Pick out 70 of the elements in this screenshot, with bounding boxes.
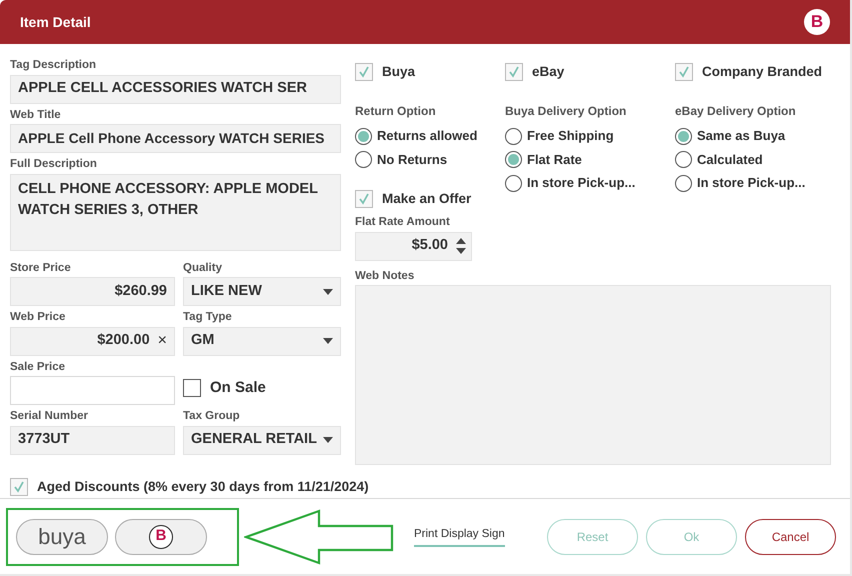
price-field[interactable]: $200.00 × (10, 326, 175, 356)
field-label: Full Description (10, 159, 98, 170)
radio-button[interactable] (675, 174, 692, 192)
clear-button[interactable]: × (158, 329, 167, 353)
check-icon (358, 66, 370, 78)
checkbox-label: Company Branded (702, 63, 822, 81)
dropdown[interactable]: GM (183, 326, 341, 356)
text-field[interactable]: APPLE CELL ACCESSORIES WATCH SER (10, 74, 341, 104)
radio-button[interactable] (505, 151, 522, 168)
checkbox[interactable] (675, 63, 693, 82)
radio-label: In store Pick-up... (527, 174, 636, 192)
brand-button[interactable]: B (115, 518, 207, 554)
print-link[interactable]: Print Display Sign (414, 526, 505, 548)
checkbox-label: Make an Offer (382, 190, 472, 208)
radio-label: Flat Rate (527, 150, 582, 169)
check-icon (508, 66, 520, 78)
checkbox-label: Aged Discounts (8% every 30 days from 11/21/2024) (37, 478, 369, 496)
text-area[interactable]: CELL PHONE ACCESSORY: APPLE MODEL WATCH SERIES 3, OTHER (10, 174, 341, 250)
group-label: eBay Delivery Option (675, 103, 797, 120)
caret-icon (323, 437, 333, 443)
checkbox-label: eBay (532, 63, 564, 81)
field-label: Web Notes (355, 270, 416, 282)
field-label: Tag Description (10, 60, 98, 72)
dropdown[interactable]: GENERAL RETAIL (183, 426, 341, 454)
radio-label: Same as Buya (697, 127, 786, 146)
checkbox[interactable] (355, 63, 373, 82)
checkbox[interactable] (10, 478, 28, 496)
cancel-button[interactable]: Cancel (745, 518, 836, 554)
field-label: Store Price (10, 262, 72, 274)
group-label: Return Option (355, 103, 437, 120)
radio-label: Calculated (697, 150, 763, 169)
field-label: Quality (183, 262, 223, 274)
radio-label: In store Pick-up... (697, 174, 806, 192)
checkbox[interactable] (505, 63, 523, 82)
text-field[interactable]: 3773UT (10, 426, 175, 454)
check-icon (13, 481, 25, 494)
radio-button[interactable] (355, 128, 372, 144)
brand-button[interactable]: buya (16, 518, 108, 554)
field-label: Web Title (10, 110, 62, 121)
text-field[interactable]: APPLE Cell Phone Accessory WATCH SERIES (10, 124, 341, 153)
field-label: Sale Price (10, 362, 66, 373)
checkbox-label: Buya (382, 63, 416, 81)
radio-button[interactable] (675, 128, 692, 144)
spinner-icon[interactable] (456, 236, 466, 256)
radio-label: No Returns (377, 150, 448, 169)
radio-label: Free Shipping (527, 127, 614, 146)
radio-button[interactable] (505, 128, 522, 144)
field-label: Serial Number (10, 411, 89, 422)
checkbox-label: On Sale (210, 378, 266, 398)
radio-label: Returns allowed (377, 127, 478, 146)
radio-button[interactable] (355, 151, 372, 168)
field-label: Tax Group (183, 411, 241, 422)
radio-button[interactable] (675, 151, 692, 168)
window-title: Item Detail (20, 12, 91, 32)
checkbox[interactable] (183, 379, 201, 398)
logo: B (804, 9, 830, 35)
number-field[interactable]: $5.00 (355, 232, 472, 260)
checkbox[interactable] (355, 190, 373, 208)
group-label: Buya Delivery Option (505, 103, 628, 120)
caret-icon (323, 288, 333, 294)
radio-button[interactable] (505, 174, 522, 192)
field-label: Flat Rate Amount (355, 217, 451, 228)
field-label: Web Price (10, 312, 66, 324)
price-field[interactable]: $260.99 (10, 277, 175, 306)
text-field[interactable] (10, 376, 175, 405)
check-icon (678, 66, 690, 78)
check-icon (358, 192, 370, 205)
caret-icon (323, 338, 333, 344)
dropdown[interactable]: LIKE NEW (183, 277, 341, 306)
field-label: Tag Type (183, 312, 233, 324)
